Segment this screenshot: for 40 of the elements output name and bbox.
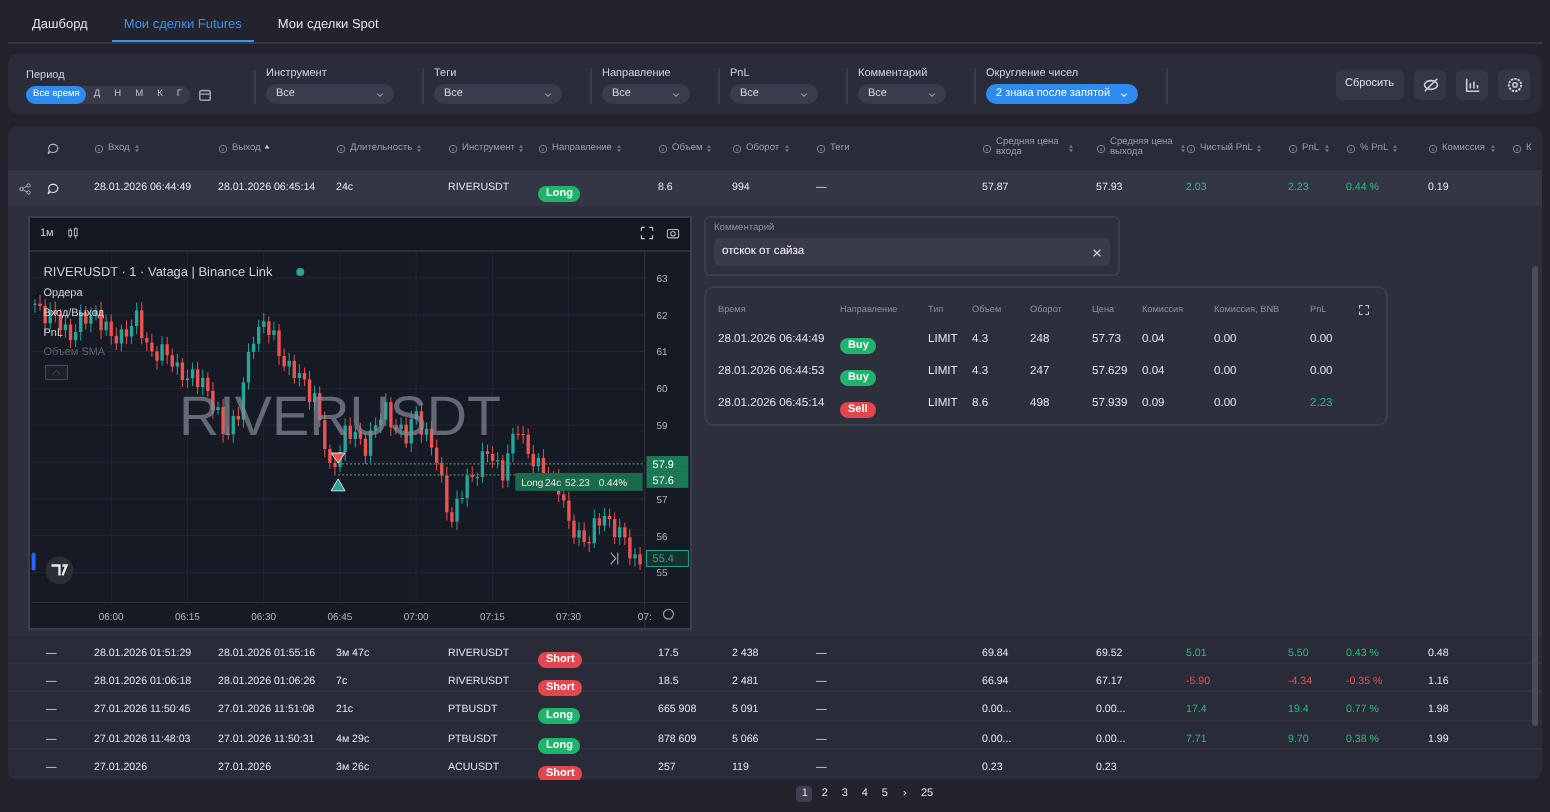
info-icon[interactable] xyxy=(816,143,826,153)
hide-button[interactable] xyxy=(1414,69,1446,99)
camera-icon[interactable] xyxy=(666,226,680,241)
status-dot xyxy=(296,267,305,276)
bar-chart-icon[interactable] xyxy=(1463,75,1481,93)
info-icon[interactable] xyxy=(218,143,228,153)
info-icon[interactable] xyxy=(1428,143,1438,153)
info-icon[interactable] xyxy=(1096,143,1106,153)
buy-marker-icon xyxy=(330,478,346,492)
share-icon[interactable] xyxy=(18,181,32,195)
close-icon[interactable] xyxy=(1092,247,1102,257)
info-icon[interactable] xyxy=(1346,143,1356,153)
info-icon[interactable] xyxy=(658,143,668,153)
info-icon[interactable] xyxy=(1512,143,1522,153)
comment-icon[interactable] xyxy=(46,181,60,195)
panel-handle[interactable] xyxy=(31,552,36,571)
candles-icon[interactable] xyxy=(65,226,80,241)
chevron-icon[interactable] xyxy=(544,91,552,97)
eye-off-icon[interactable] xyxy=(1421,75,1439,93)
info-icon[interactable] xyxy=(732,143,742,153)
chevron-icon[interactable] xyxy=(800,91,808,97)
chart-button[interactable] xyxy=(1456,69,1488,99)
comment-icon xyxy=(46,141,60,155)
info-icon[interactable] xyxy=(1288,143,1298,153)
chevron-icon[interactable] xyxy=(928,91,936,97)
scroll-icon[interactable] xyxy=(610,551,619,565)
info-icon[interactable] xyxy=(1186,143,1196,153)
collapse-button[interactable] xyxy=(45,364,68,380)
info-icon[interactable] xyxy=(448,143,458,153)
sell-marker-icon xyxy=(330,452,346,464)
calendar-icon[interactable] xyxy=(197,88,212,102)
info-icon[interactable] xyxy=(538,143,548,153)
info-icon[interactable] xyxy=(982,143,992,153)
chevron-icon[interactable] xyxy=(376,91,384,97)
fullscreen-icon[interactable] xyxy=(640,226,654,241)
expand-icon[interactable] xyxy=(1358,303,1370,315)
settings-button[interactable] xyxy=(1498,69,1530,99)
info-icon[interactable] xyxy=(336,143,346,153)
info-icon[interactable] xyxy=(94,143,104,153)
chevron-icon[interactable] xyxy=(672,91,680,97)
